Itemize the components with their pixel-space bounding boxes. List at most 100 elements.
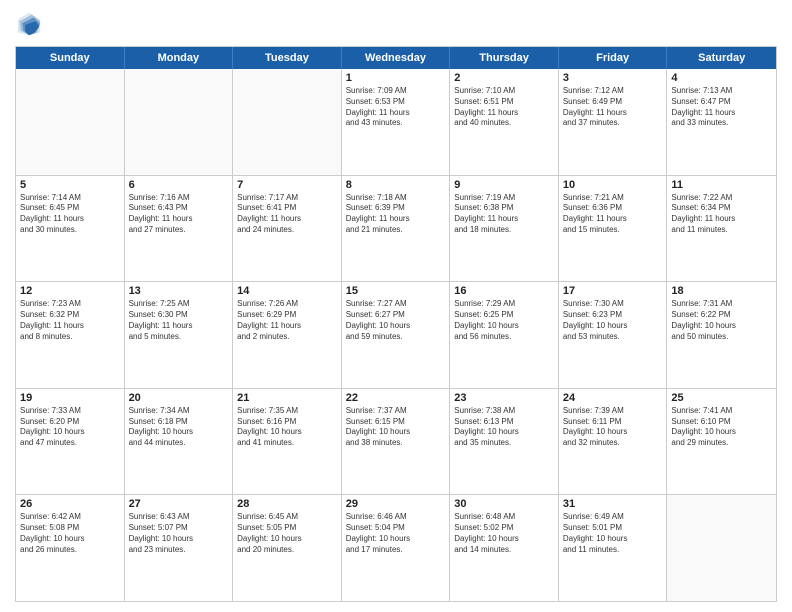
day-number: 17 xyxy=(563,285,663,297)
day-content: Sunrise: 7:26 AM Sunset: 6:29 PM Dayligh… xyxy=(237,299,337,342)
day-content: Sunrise: 7:34 AM Sunset: 6:18 PM Dayligh… xyxy=(129,406,229,449)
day-number: 8 xyxy=(346,179,446,191)
empty-cell xyxy=(233,69,342,175)
calendar-day-cell: 4 Sunrise: 7:13 AM Sunset: 6:47 PM Daylig… xyxy=(667,69,776,175)
day-content: Sunrise: 7:21 AM Sunset: 6:36 PM Dayligh… xyxy=(563,193,663,236)
calendar-day-cell: 25 Sunrise: 7:41 AM Sunset: 6:10 PM Dayli… xyxy=(667,389,776,495)
day-number: 9 xyxy=(454,179,554,191)
day-content: Sunrise: 7:35 AM Sunset: 6:16 PM Dayligh… xyxy=(237,406,337,449)
day-content: Sunrise: 7:19 AM Sunset: 6:38 PM Dayligh… xyxy=(454,193,554,236)
day-number: 28 xyxy=(237,498,337,510)
day-number: 26 xyxy=(20,498,120,510)
calendar-row: 5Sunrise: 7:14 AM Sunset: 6:45 PM Daylig… xyxy=(16,175,776,282)
day-content: Sunrise: 6:46 AM Sunset: 5:04 PM Dayligh… xyxy=(346,512,446,555)
day-content: Sunrise: 6:48 AM Sunset: 5:02 PM Dayligh… xyxy=(454,512,554,555)
weekday-header: Thursday xyxy=(450,47,559,69)
calendar-day-cell: 24 Sunrise: 7:39 AM Sunset: 6:11 PM Dayli… xyxy=(559,389,668,495)
day-content: Sunrise: 6:45 AM Sunset: 5:05 PM Dayligh… xyxy=(237,512,337,555)
calendar-day-cell: 6Sunrise: 7:16 AM Sunset: 6:43 PM Daylig… xyxy=(125,176,234,282)
day-number: 21 xyxy=(237,392,337,404)
day-content: Sunrise: 7:10 AM Sunset: 6:51 PM Dayligh… xyxy=(454,86,554,129)
day-content: Sunrise: 7:13 AM Sunset: 6:47 PM Dayligh… xyxy=(671,86,772,129)
weekday-header: Saturday xyxy=(667,47,776,69)
day-number: 7 xyxy=(237,179,337,191)
day-number: 5 xyxy=(20,179,120,191)
calendar-row: 26Sunrise: 6:42 AM Sunset: 5:08 PM Dayli… xyxy=(16,494,776,601)
calendar-row: 12 Sunrise: 7:23 AM Sunset: 6:32 PM Dayli… xyxy=(16,281,776,388)
calendar-day-cell: 15 Sunrise: 7:27 AM Sunset: 6:27 PM Dayli… xyxy=(342,282,451,388)
day-content: Sunrise: 7:23 AM Sunset: 6:32 PM Dayligh… xyxy=(20,299,120,342)
calendar-day-cell: 17 Sunrise: 7:30 AM Sunset: 6:23 PM Dayli… xyxy=(559,282,668,388)
calendar-day-cell: 12 Sunrise: 7:23 AM Sunset: 6:32 PM Dayli… xyxy=(16,282,125,388)
calendar-day-cell: 10 Sunrise: 7:21 AM Sunset: 6:36 PM Dayli… xyxy=(559,176,668,282)
day-content: Sunrise: 7:38 AM Sunset: 6:13 PM Dayligh… xyxy=(454,406,554,449)
day-content: Sunrise: 7:31 AM Sunset: 6:22 PM Dayligh… xyxy=(671,299,772,342)
calendar-day-cell: 2 Sunrise: 7:10 AM Sunset: 6:51 PM Daylig… xyxy=(450,69,559,175)
day-content: Sunrise: 7:41 AM Sunset: 6:10 PM Dayligh… xyxy=(671,406,772,449)
empty-cell xyxy=(667,495,776,601)
calendar-day-cell: 11Sunrise: 7:22 AM Sunset: 6:34 PM Dayli… xyxy=(667,176,776,282)
day-number: 10 xyxy=(563,179,663,191)
weekday-header: Tuesday xyxy=(233,47,342,69)
calendar-day-cell: 19 Sunrise: 7:33 AM Sunset: 6:20 PM Dayli… xyxy=(16,389,125,495)
day-number: 31 xyxy=(563,498,663,510)
day-content: Sunrise: 7:30 AM Sunset: 6:23 PM Dayligh… xyxy=(563,299,663,342)
day-number: 15 xyxy=(346,285,446,297)
day-number: 22 xyxy=(346,392,446,404)
day-content: Sunrise: 7:18 AM Sunset: 6:39 PM Dayligh… xyxy=(346,193,446,236)
day-number: 2 xyxy=(454,72,554,84)
day-number: 29 xyxy=(346,498,446,510)
calendar-header: SundayMondayTuesdayWednesdayThursdayFrid… xyxy=(16,47,776,69)
day-number: 24 xyxy=(563,392,663,404)
empty-cell xyxy=(16,69,125,175)
day-number: 20 xyxy=(129,392,229,404)
day-number: 3 xyxy=(563,72,663,84)
calendar-day-cell: 14 Sunrise: 7:26 AM Sunset: 6:29 PM Dayli… xyxy=(233,282,342,388)
calendar-day-cell: 27Sunrise: 6:43 AM Sunset: 5:07 PM Dayli… xyxy=(125,495,234,601)
calendar-day-cell: 8 Sunrise: 7:18 AM Sunset: 6:39 PM Daylig… xyxy=(342,176,451,282)
day-content: Sunrise: 7:33 AM Sunset: 6:20 PM Dayligh… xyxy=(20,406,120,449)
calendar-day-cell: 30Sunrise: 6:48 AM Sunset: 5:02 PM Dayli… xyxy=(450,495,559,601)
day-content: Sunrise: 7:22 AM Sunset: 6:34 PM Dayligh… xyxy=(671,193,772,236)
calendar-body: 1 Sunrise: 7:09 AM Sunset: 6:53 PM Daylig… xyxy=(16,69,776,601)
day-number: 14 xyxy=(237,285,337,297)
calendar-day-cell: 23 Sunrise: 7:38 AM Sunset: 6:13 PM Dayli… xyxy=(450,389,559,495)
day-number: 19 xyxy=(20,392,120,404)
calendar-page: SundayMondayTuesdayWednesdayThursdayFrid… xyxy=(0,0,792,612)
calendar-day-cell: 28 Sunrise: 6:45 AM Sunset: 5:05 PM Dayli… xyxy=(233,495,342,601)
day-number: 18 xyxy=(671,285,772,297)
logo xyxy=(15,10,47,38)
calendar-grid: SundayMondayTuesdayWednesdayThursdayFrid… xyxy=(15,46,777,602)
day-content: Sunrise: 7:27 AM Sunset: 6:27 PM Dayligh… xyxy=(346,299,446,342)
calendar-row: 1 Sunrise: 7:09 AM Sunset: 6:53 PM Daylig… xyxy=(16,69,776,175)
weekday-header: Sunday xyxy=(16,47,125,69)
day-content: Sunrise: 6:43 AM Sunset: 5:07 PM Dayligh… xyxy=(129,512,229,555)
header xyxy=(15,10,777,38)
calendar-day-cell: 20 Sunrise: 7:34 AM Sunset: 6:18 PM Dayli… xyxy=(125,389,234,495)
day-number: 16 xyxy=(454,285,554,297)
weekday-header: Wednesday xyxy=(342,47,451,69)
day-content: Sunrise: 7:39 AM Sunset: 6:11 PM Dayligh… xyxy=(563,406,663,449)
calendar-day-cell: 29 Sunrise: 6:46 AM Sunset: 5:04 PM Dayli… xyxy=(342,495,451,601)
logo-icon xyxy=(15,10,43,38)
day-number: 12 xyxy=(20,285,120,297)
calendar-day-cell: 7 Sunrise: 7:17 AM Sunset: 6:41 PM Daylig… xyxy=(233,176,342,282)
day-content: Sunrise: 7:17 AM Sunset: 6:41 PM Dayligh… xyxy=(237,193,337,236)
day-content: Sunrise: 7:12 AM Sunset: 6:49 PM Dayligh… xyxy=(563,86,663,129)
calendar-day-cell: 1 Sunrise: 7:09 AM Sunset: 6:53 PM Daylig… xyxy=(342,69,451,175)
day-content: Sunrise: 7:37 AM Sunset: 6:15 PM Dayligh… xyxy=(346,406,446,449)
calendar-day-cell: 31Sunrise: 6:49 AM Sunset: 5:01 PM Dayli… xyxy=(559,495,668,601)
day-number: 4 xyxy=(671,72,772,84)
empty-cell xyxy=(125,69,234,175)
calendar-row: 19 Sunrise: 7:33 AM Sunset: 6:20 PM Dayli… xyxy=(16,388,776,495)
day-number: 23 xyxy=(454,392,554,404)
calendar-day-cell: 9 Sunrise: 7:19 AM Sunset: 6:38 PM Daylig… xyxy=(450,176,559,282)
calendar-day-cell: 26Sunrise: 6:42 AM Sunset: 5:08 PM Dayli… xyxy=(16,495,125,601)
day-number: 1 xyxy=(346,72,446,84)
day-number: 13 xyxy=(129,285,229,297)
calendar-day-cell: 16Sunrise: 7:29 AM Sunset: 6:25 PM Dayli… xyxy=(450,282,559,388)
day-content: Sunrise: 7:09 AM Sunset: 6:53 PM Dayligh… xyxy=(346,86,446,129)
day-number: 25 xyxy=(671,392,772,404)
calendar-day-cell: 21 Sunrise: 7:35 AM Sunset: 6:16 PM Dayli… xyxy=(233,389,342,495)
weekday-header: Friday xyxy=(559,47,668,69)
